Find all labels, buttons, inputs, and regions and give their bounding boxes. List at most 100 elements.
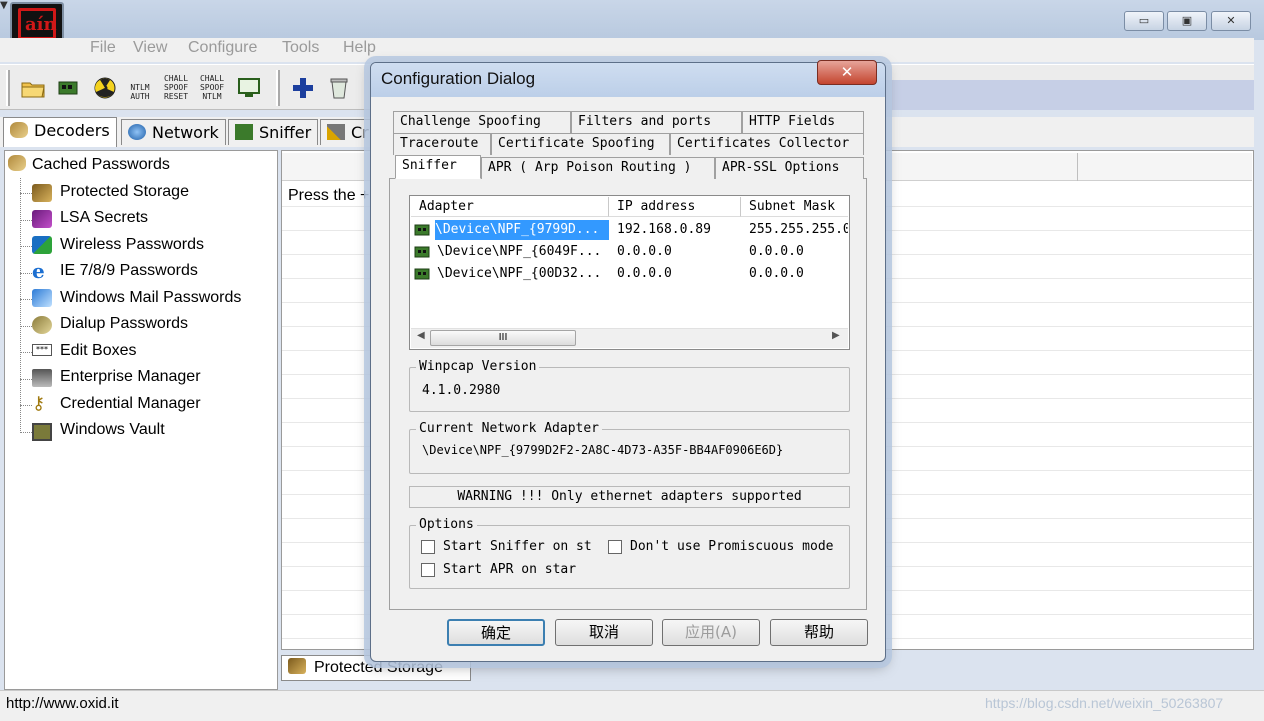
current-adapter-value: \Device\NPF_{9799D2F2-2A8C-4D73-A35F-BB4…: [422, 443, 784, 457]
instruction-text: Press the +: [288, 187, 370, 204]
windows-vault-icon: [32, 423, 52, 441]
credential-key-icon: ⚷: [32, 393, 46, 414]
scroll-left-arrow-icon[interactable]: ◀: [417, 330, 425, 341]
maximize-button[interactable]: ▣: [1167, 11, 1207, 31]
current-adapter-label: Current Network Adapter: [416, 421, 603, 436]
tab-challenge-spoofing[interactable]: Challenge Spoofing: [393, 111, 571, 133]
close-window-button[interactable]: ✕: [1211, 11, 1251, 31]
tab-certificate-spoofing[interactable]: Certificate Spoofing: [491, 133, 670, 155]
tab-network-label: Network: [152, 123, 219, 142]
sniffer-nic-icon[interactable]: [56, 76, 82, 100]
add-icon[interactable]: [290, 76, 316, 100]
cached-passwords-icon: [8, 155, 26, 171]
tree-item-dialup-passwords[interactable]: Dialup Passwords: [60, 315, 188, 333]
adapter-name: \Device\NPF_{00D32...: [437, 266, 602, 281]
tab-decoders[interactable]: Decoders: [3, 117, 117, 147]
chall-spoof-reset-button[interactable]: CHALL SPOOF RESET: [162, 74, 190, 101]
menu-help[interactable]: Help: [343, 39, 376, 57]
toolbar-grip[interactable]: [6, 70, 10, 106]
tree-branch: [20, 273, 32, 274]
column-separator[interactable]: [1077, 153, 1078, 181]
ntlm-auth-button[interactable]: NTLM AUTH: [126, 74, 154, 101]
cancel-button[interactable]: 取消: [555, 619, 653, 646]
tree-branch: [20, 432, 32, 433]
network-globe-icon: [128, 124, 146, 140]
tree-item-ie-passwords[interactable]: IE 7/8/9 Passwords: [60, 262, 198, 280]
help-button[interactable]: 帮助: [770, 619, 868, 646]
menu-configure[interactable]: Configure: [188, 39, 257, 57]
minimize-button[interactable]: ▭: [1124, 11, 1164, 31]
menu-file[interactable]: File: [90, 39, 116, 57]
chall-spoof-ntlm-button[interactable]: CHALL SPOOF NTLM: [198, 74, 226, 101]
adapter-row[interactable]: \Device\NPF_{6049F... 0.0.0.0 0.0.0.0: [411, 241, 848, 263]
no-promiscuous-checkbox[interactable]: [608, 540, 622, 554]
tree-item-lsa-secrets[interactable]: LSA Secrets: [60, 209, 148, 227]
sniffer-icon: [235, 124, 253, 140]
tree-item-wireless-passwords[interactable]: Wireless Passwords: [60, 236, 204, 254]
tab-sniffer-config[interactable]: Sniffer: [395, 155, 481, 179]
app-logo-text: aín: [25, 14, 57, 35]
tree-item-edit-boxes[interactable]: Edit Boxes: [60, 342, 136, 360]
adapter-ip: 0.0.0.0: [617, 244, 672, 259]
monitor-icon[interactable]: [236, 76, 262, 100]
start-apr-checkbox[interactable]: [421, 563, 435, 577]
tree-root-label: Cached Passwords: [32, 156, 170, 173]
title-bar: [0, 0, 1264, 40]
tab-certificates-collector[interactable]: Certificates Collector: [670, 133, 864, 155]
apply-button[interactable]: 应用(A): [662, 619, 760, 646]
dialup-icon: [32, 316, 52, 334]
tree-item-enterprise-manager[interactable]: Enterprise Manager: [60, 368, 201, 386]
tab-apr[interactable]: APR ( Arp Poison Routing ): [481, 157, 715, 179]
tab-sniffer[interactable]: Sniffer: [228, 119, 319, 145]
recycle-bin-icon[interactable]: [326, 76, 352, 100]
ok-button[interactable]: 确定: [447, 619, 545, 646]
adapter-row[interactable]: \Device\NPF_{9799D... 192.168.0.89 255.2…: [411, 219, 848, 241]
adapter-name: \Device\NPF_{9799D...: [435, 220, 609, 240]
watermark: https://blog.csdn.net/weixin_50263807: [985, 695, 1224, 711]
column-header-ip-address[interactable]: IP address: [609, 197, 741, 217]
tree-root-cached-passwords[interactable]: Cached Passwords: [8, 155, 170, 174]
tree-branch: [20, 352, 32, 353]
tab-traceroute[interactable]: Traceroute: [393, 133, 491, 155]
system-menu-arrow-icon[interactable]: ▼: [0, 0, 8, 11]
tree-item-credential-manager[interactable]: Credential Manager: [60, 395, 201, 413]
radiation-icon[interactable]: [92, 76, 118, 100]
ntlm-auth-line1: [126, 74, 154, 83]
adapter-name: \Device\NPF_{6049F...: [437, 244, 602, 259]
column-header-subnet-mask[interactable]: Subnet Mask: [741, 197, 848, 217]
open-folder-icon[interactable]: [20, 76, 46, 100]
start-sniffer-checkbox[interactable]: [421, 540, 435, 554]
adapter-row[interactable]: \Device\NPF_{00D32... 0.0.0.0 0.0.0.0: [411, 263, 848, 285]
tree-item-windows-mail-passwords[interactable]: Windows Mail Passwords: [60, 289, 241, 307]
protected-storage-icon: [32, 184, 52, 202]
tab-cracker-label: Cr: [351, 123, 369, 142]
adapter-mask: 0.0.0.0: [749, 266, 804, 281]
tab-cracker[interactable]: Cr: [320, 119, 372, 145]
network-adapter-icon: [414, 268, 430, 280]
tab-http-fields[interactable]: HTTP Fields: [742, 111, 864, 133]
chall-reset-line1: CHALL: [163, 74, 189, 83]
tree-item-protected-storage[interactable]: Protected Storage: [60, 183, 189, 201]
menu-view[interactable]: View: [133, 39, 167, 57]
edit-box-icon: ***: [32, 344, 52, 356]
tab-network[interactable]: Network: [121, 119, 226, 145]
tree-branch: [20, 220, 32, 221]
tree-branch: [20, 246, 32, 247]
scrollbar-thumb[interactable]: III: [430, 330, 576, 346]
tab-filters-and-ports[interactable]: Filters and ports: [571, 111, 742, 133]
tree-branch: [20, 193, 32, 194]
dialog-close-button[interactable]: ✕: [817, 60, 877, 85]
chall-ntlm-line1: CHALL: [199, 74, 225, 83]
chall-ntlm-line3: NTLM: [202, 92, 222, 101]
adapter-ip: 0.0.0.0: [617, 266, 672, 281]
adapter-mask: 255.255.255.0: [749, 222, 848, 237]
toolbar-grip-2[interactable]: [276, 70, 280, 106]
scroll-right-arrow-icon[interactable]: ▶: [832, 330, 840, 341]
column-header-adapter[interactable]: Adapter: [411, 197, 609, 217]
chall-reset-line2: SPOOF: [163, 83, 189, 92]
tab-apr-ssl-options[interactable]: APR-SSL Options: [715, 157, 864, 179]
menu-tools[interactable]: Tools: [282, 39, 319, 57]
winpcap-label: Winpcap Version: [416, 359, 540, 374]
tree-item-windows-vault[interactable]: Windows Vault: [60, 421, 165, 439]
tree-branch: [20, 379, 32, 380]
